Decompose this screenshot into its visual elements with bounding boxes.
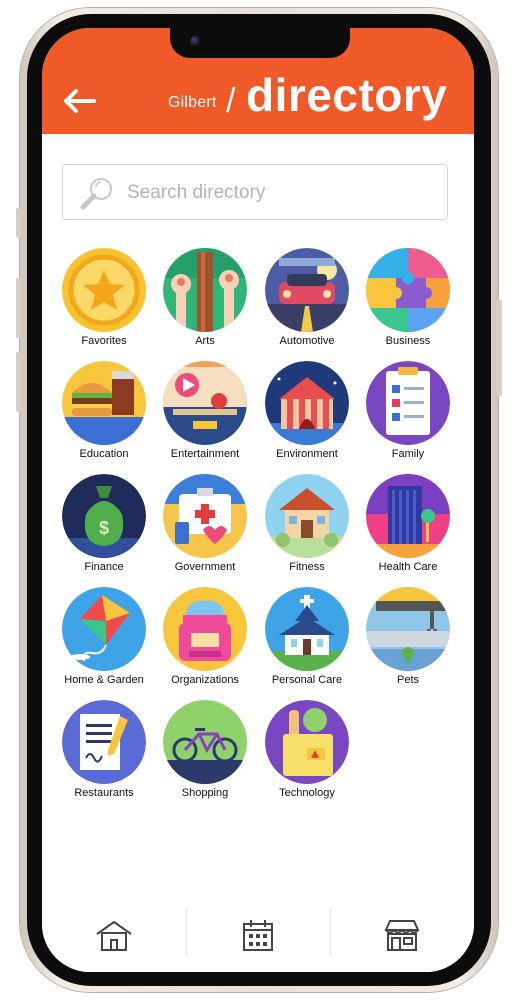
tab-home[interactable] [42,898,186,972]
search-input[interactable] [127,179,427,207]
category-label: Environment [276,448,338,460]
app-screen: Gilbert / directory Favorites [42,28,474,972]
house-icon [265,474,349,558]
category-label: Shopping [181,787,229,799]
category-family[interactable]: Family [358,361,458,463]
category-label: Education [79,448,129,460]
front-camera [190,36,200,46]
back-arrow-icon[interactable] [62,88,96,114]
document-pen-icon [62,700,146,784]
category-pets[interactable]: Pets [358,587,458,689]
category-health-care[interactable]: Health Care [358,474,458,576]
car-icon [265,248,349,332]
burger-drink-icon [62,361,146,445]
category-label: Government [174,561,236,573]
paint-brushes-icon [163,248,247,332]
kite-icon [62,587,146,671]
category-home-garden[interactable]: Home & Garden [54,587,154,689]
medical-kit-icon [163,474,247,558]
category-business[interactable]: Business [358,248,458,350]
page-title: directory [246,69,448,121]
category-label: Health Care [378,561,438,573]
category-label: Favorites [81,335,127,347]
category-arts[interactable]: Arts [155,248,255,350]
category-label: Finance [84,561,124,573]
phone-volume-down-button [16,352,22,412]
phone-volume-up-button [16,278,22,338]
category-label: Business [385,335,431,347]
checklist-clipboard-icon [366,361,450,445]
category-organizations[interactable]: Organizations [155,587,255,689]
tab-calendar[interactable] [186,898,330,972]
crane-icon [366,587,450,671]
category-label: Pets [396,674,419,686]
category-automotive[interactable]: Automotive [257,248,357,350]
category-finance[interactable]: $ Finance [54,474,154,576]
category-label: Entertainment [170,448,240,460]
category-government[interactable]: Government [155,474,255,576]
tab-shop[interactable] [330,898,474,972]
city-name: Gilbert [168,94,217,111]
cosmetic-jar-icon [163,587,247,671]
phone-notch [170,28,350,58]
category-shopping[interactable]: Shopping [155,700,255,802]
phone-mute-switch [16,208,22,238]
category-label: Organizations [171,674,239,686]
category-label: Arts [195,335,215,347]
category-label: Automotive [279,335,335,347]
chapel-icon [265,587,349,671]
category-personal-care[interactable]: Personal Care [257,587,357,689]
category-restaurants[interactable]: Restaurants [54,700,154,802]
category-environment[interactable]: Environment [257,361,357,463]
city-building-icon [366,474,450,558]
star-icon [62,248,146,332]
magnifier-icon [80,178,112,210]
storefront-icon [384,920,420,951]
category-fitness[interactable]: Fitness [257,474,357,576]
category-favorites[interactable]: Favorites [54,248,154,350]
money-bag-icon: $ [62,474,146,558]
home-icon [96,920,132,951]
bottom-tab-bar [42,898,474,972]
category-label: Restaurants [74,787,134,799]
category-label: Technology [279,787,335,799]
category-label: Family [391,448,425,460]
calendar-icon [243,920,273,951]
grocery-bag-icon [265,700,349,784]
bicycle-icon [163,700,247,784]
search-box[interactable] [62,164,448,220]
category-technology[interactable]: Technology [257,700,357,802]
phone-power-button [496,300,502,396]
category-label: Home & Garden [64,674,144,686]
category-entertainment[interactable]: Entertainment [155,361,255,463]
title-separator: / [226,82,236,120]
circus-tent-icon [265,361,349,445]
media-player-icon [163,361,247,445]
puzzle-icon [366,248,450,332]
category-label: Personal Care [271,674,343,686]
category-education[interactable]: Education [54,361,154,463]
category-label: Fitness [289,561,325,573]
svg-text:$: $ [99,518,109,538]
